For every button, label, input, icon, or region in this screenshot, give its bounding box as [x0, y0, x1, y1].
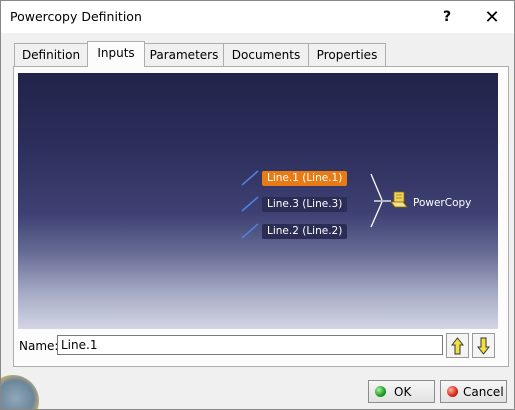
- close-button[interactable]: ✕: [470, 1, 514, 33]
- tab-inputs[interactable]: Inputs: [87, 41, 145, 67]
- line-icon: [241, 223, 259, 239]
- move-down-button[interactable]: [472, 333, 495, 358]
- down-arrow-icon: [477, 337, 490, 355]
- name-input[interactable]: [57, 335, 443, 355]
- tab-definition[interactable]: Definition: [14, 43, 88, 66]
- input-node-label: Line.2 (Line.2): [262, 223, 348, 239]
- powercopy-icon: [390, 191, 408, 208]
- tab-documents[interactable]: Documents: [223, 43, 309, 66]
- tab-parameters[interactable]: Parameters: [144, 43, 224, 66]
- move-up-button[interactable]: [446, 333, 469, 358]
- input-node-line-2[interactable]: Line.2 (Line.2): [240, 223, 348, 239]
- ok-button-label: OK: [394, 384, 412, 399]
- powercopy-definition-dialog: Powercopy Definition ? ✕ Definition Inpu…: [0, 0, 515, 410]
- inputs-tab-panel: Line.1 (Line.1) Line.3 (Line.3) Line.2 (…: [13, 66, 509, 367]
- decorative-logo: [1, 375, 39, 409]
- input-node-line-3[interactable]: Line.3 (Line.3): [240, 196, 348, 212]
- input-node-label: Line.3 (Line.3): [262, 196, 348, 212]
- inputs-graph-viewer[interactable]: Line.1 (Line.1) Line.3 (Line.3) Line.2 (…: [18, 73, 498, 329]
- tab-properties[interactable]: Properties: [308, 43, 386, 66]
- help-button[interactable]: ?: [425, 1, 469, 33]
- title-bar: Powercopy Definition ? ✕: [1, 1, 514, 33]
- input-node-line-1[interactable]: Line.1 (Line.1): [240, 170, 348, 186]
- line-icon: [241, 170, 259, 186]
- window-title: Powercopy Definition: [10, 9, 142, 24]
- cancel-button[interactable]: Cancel: [440, 380, 507, 403]
- input-node-label: Line.1 (Line.1): [262, 170, 348, 186]
- green-dot-icon: [375, 386, 386, 397]
- up-arrow-icon: [451, 336, 464, 354]
- line-icon: [241, 196, 259, 212]
- ok-button[interactable]: OK: [368, 380, 435, 403]
- name-field-label: Name:: [19, 339, 59, 353]
- red-dot-icon: [447, 386, 458, 397]
- powercopy-node-label[interactable]: PowerCopy: [413, 197, 471, 209]
- cancel-button-label: Cancel: [463, 384, 504, 399]
